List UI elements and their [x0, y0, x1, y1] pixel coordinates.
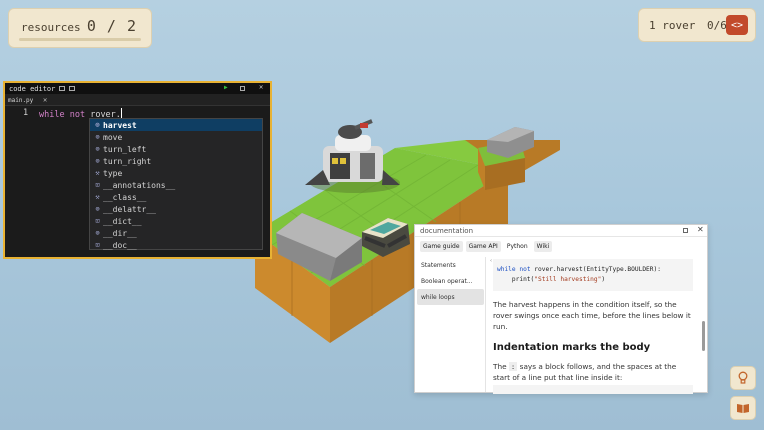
docs-sidebar: Statements Boolean operat... while loops	[417, 257, 484, 305]
close-icon[interactable]: ✕	[259, 83, 263, 91]
autocomplete-item[interactable]: ⊚ turn_left	[90, 143, 262, 155]
autocomplete-item[interactable]: ⊡ __doc__	[90, 239, 262, 251]
field-icon: ⊡	[95, 181, 100, 189]
code-editor: code editor ▶ ✕ main.py ✕ 1 while not ro…	[3, 81, 272, 259]
autocomplete-item[interactable]: ⚒ __class__	[90, 191, 262, 203]
tab-game-guide[interactable]: Game guide	[420, 241, 463, 252]
autocomplete-label: __annotations__	[103, 180, 176, 190]
autocomplete-item[interactable]: ⚒ type	[90, 167, 262, 179]
wrench-icon: ⚒	[95, 193, 100, 201]
book-icon	[737, 404, 749, 413]
field-icon: ⊡	[95, 217, 100, 225]
book-button[interactable]	[730, 396, 756, 420]
docs-code-block	[493, 385, 693, 394]
autocomplete-label: harvest	[103, 120, 137, 130]
autocomplete-label: __dict__	[103, 216, 142, 226]
autocomplete-item[interactable]: ⊚ __dir__	[90, 227, 262, 239]
maximize-icon[interactable]	[240, 86, 245, 91]
resources-panel: resources 0 / 2	[8, 8, 152, 48]
docs-scrollbar[interactable]	[702, 321, 705, 351]
autocomplete-item[interactable]: ⊚ __delattr__	[90, 203, 262, 215]
tab-python[interactable]: Python	[503, 241, 531, 252]
tab-game-api[interactable]: Game API	[465, 241, 501, 252]
autocomplete-item[interactable]: ⊡ __dict__	[90, 215, 262, 227]
line-number: 1	[23, 108, 29, 118]
tab-main-py[interactable]: main.py	[8, 97, 33, 104]
docs-divider	[485, 257, 486, 392]
autocomplete-label: move	[103, 132, 123, 142]
sidebar-item-while-loops[interactable]: while loops	[417, 289, 484, 305]
autocomplete-label: turn_right	[103, 156, 152, 166]
method-icon: ⊚	[95, 133, 100, 141]
editor-titlebar: code editor ▶ ✕	[5, 83, 270, 94]
editor-tabbar: main.py ✕	[5, 94, 270, 106]
sidebar-item-boolean-operators[interactable]: Boolean operat...	[417, 273, 484, 289]
lightbulb-icon	[738, 371, 748, 384]
code-line[interactable]: 1 while not rover.	[5, 108, 122, 120]
method-icon: ⊚	[95, 121, 100, 129]
autocomplete-item[interactable]: ⊚ harvest	[90, 119, 262, 131]
method-icon: ⊚	[95, 157, 100, 165]
docs-code-block: while not rover.harvest(EntityType.BOULD…	[493, 259, 693, 291]
autocomplete-dropdown: ⊚ harvest ⊚ move ⊚ turn_left ⊚ turn_right ⚒ type ⊡…	[89, 118, 263, 250]
rover-panel: 1 rover 0/6 <>	[638, 8, 756, 42]
tab-close-icon[interactable]: ✕	[43, 96, 47, 104]
rover-label: 1 rover	[649, 19, 696, 32]
open-code-button[interactable]: <>	[726, 15, 748, 35]
sidebar-item-statements[interactable]: Statements	[417, 257, 484, 273]
autocomplete-item[interactable]: ⊚ move	[90, 131, 262, 143]
autocomplete-label: __class__	[103, 192, 147, 202]
collapse-icon[interactable]: ‹	[490, 258, 492, 264]
docs-titlebar: documentation ✕	[415, 225, 707, 237]
docs-content: while not rover.harvest(EntityType.BOULD…	[493, 259, 693, 383]
maximize-icon[interactable]	[683, 228, 688, 233]
wrench-icon: ⚒	[95, 169, 100, 177]
rover-count: 0/6	[707, 19, 727, 32]
editor-title: code editor	[9, 84, 56, 93]
run-icon[interactable]: ▶	[224, 84, 228, 91]
docs-tabs: Game guide Game API Python Wiki	[420, 241, 553, 252]
resources-progress-bar	[19, 38, 141, 41]
documentation-panel: documentation ✕ Game guide Game API Pyth…	[414, 224, 708, 394]
window-icon[interactable]	[59, 86, 66, 91]
docs-paragraph: The : says a block follows, and the spac…	[493, 362, 677, 382]
method-icon: ⊚	[95, 229, 100, 237]
docs-heading: Indentation marks the body	[493, 342, 651, 353]
autocomplete-label: turn_left	[103, 144, 147, 154]
text-caret	[120, 108, 122, 118]
resources-count: 0 / 2	[86, 17, 137, 35]
autocomplete-label: __delattr__	[103, 204, 156, 214]
method-icon: ⊚	[95, 145, 100, 153]
autocomplete-label: type	[103, 168, 123, 178]
inline-code: :	[508, 362, 518, 371]
method-icon: ⊚	[95, 205, 100, 213]
autocomplete-label: __doc__	[103, 240, 137, 250]
autocomplete-label: __dir__	[103, 228, 137, 238]
autocomplete-item[interactable]: ⊡ __annotations__	[90, 179, 262, 191]
tab-wiki[interactable]: Wiki	[533, 241, 553, 252]
resources-label: resources	[21, 21, 81, 34]
docs-title: documentation	[420, 226, 474, 235]
hint-button[interactable]	[730, 366, 756, 390]
autocomplete-item[interactable]: ⊚ turn_right	[90, 155, 262, 167]
docs-paragraph: The harvest happens in the condition its…	[493, 300, 691, 331]
close-icon[interactable]: ✕	[697, 225, 704, 234]
field-icon: ⊡	[95, 241, 100, 249]
save-icon[interactable]	[69, 86, 76, 91]
